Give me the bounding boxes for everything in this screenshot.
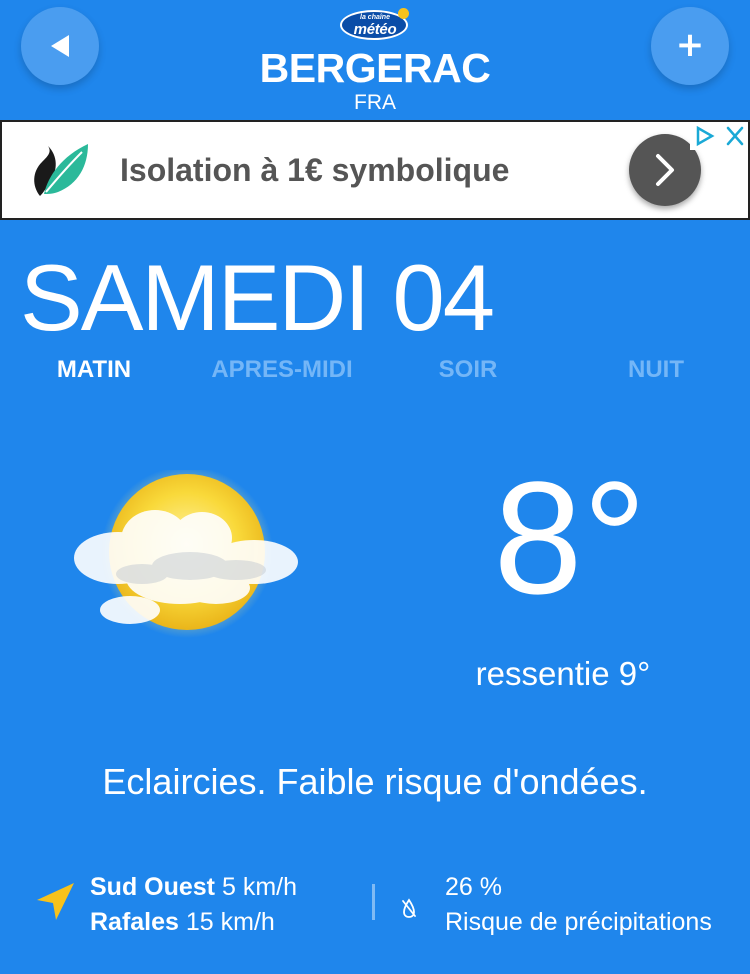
ad-text[interactable]: Isolation à 1€ symbolique [120, 152, 509, 189]
logo-main-text: météo [353, 21, 397, 38]
feels-like-value: 9° [618, 655, 651, 692]
add-location-button[interactable]: + [651, 7, 729, 85]
wind-direction: Sud Ouest [90, 873, 216, 901]
feels-like: ressentie 9° [440, 652, 686, 696]
precipitation-value: 26 % [445, 873, 502, 901]
la-chaine-meteo-logo: la chaîne météo [336, 4, 414, 44]
precipitation-info: 26 % Risque de précipitations [445, 870, 712, 940]
app-header: la chaîne météo BERGERAC FRA + [0, 0, 750, 118]
logo-small-text: la chaîne [360, 14, 390, 21]
ad-choices-icon[interactable] [690, 122, 748, 150]
wind-direction-icon [37, 883, 74, 920]
period-tabs: MATIN APRES-MIDI SOIR NUIT [0, 354, 750, 386]
wind-speed: 5 km/h [221, 873, 297, 901]
day-title: SAMEDI 04 [20, 245, 495, 350]
info-divider [372, 884, 375, 920]
wind-info: Sud Ouest 5 km/h Rafales 15 km/h [90, 870, 297, 940]
weather-description: Eclaircies. Faible risque d'ondées. [102, 761, 648, 802]
ad-banner[interactable]: Isolation à 1€ symbolique [0, 120, 750, 220]
raindrop-crossed-icon [402, 898, 416, 918]
gust-speed: 15 km/h [185, 908, 275, 936]
tab-soir[interactable]: SOIR [378, 354, 558, 386]
city-name: BERGERAC [259, 45, 491, 91]
temperature: 8° [493, 448, 647, 627]
chevron-right-icon [656, 154, 674, 186]
sun-behind-cloud-icon [74, 470, 298, 638]
plus-icon: + [675, 25, 705, 65]
gust-label: Rafales [90, 908, 179, 936]
leaf-logo-icon [34, 144, 88, 196]
tab-matin[interactable]: MATIN [4, 354, 184, 386]
tab-apres-midi[interactable]: APRES-MIDI [192, 354, 372, 386]
tab-nuit[interactable]: NUIT [566, 354, 746, 386]
country-code: FRA [354, 91, 396, 114]
precipitation-label: Risque de précipitations [445, 908, 712, 936]
feels-like-label: ressentie [475, 655, 610, 692]
